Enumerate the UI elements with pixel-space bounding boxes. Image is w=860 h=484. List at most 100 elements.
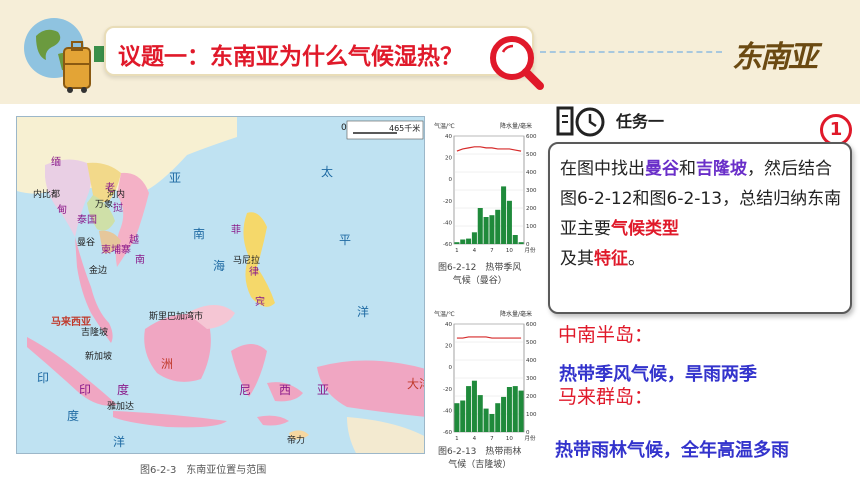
city-naypyidaw: 内比都 (33, 190, 61, 200)
label-indonesia-2: 度 (117, 383, 130, 397)
precipitation-bar (471, 232, 477, 244)
task-label: 任务一 (616, 112, 665, 131)
label-indonesia-1: 印 (79, 383, 92, 397)
precipitation-bar (477, 208, 483, 244)
task-text-b: 和 (679, 159, 696, 179)
x-tick-label: 1 (455, 436, 459, 442)
answer-malay-archipelago: 热带雨林气候，全年高温多雨 (555, 440, 789, 461)
task-box: 在图中找出曼谷和吉隆坡，然后结合图6-2-12和图6-2-13，总结归纳东南亚主… (548, 142, 852, 314)
task-icon (556, 106, 605, 137)
label-oceania: 大洋 (407, 377, 424, 391)
label-vietnam-2: 南 (135, 255, 145, 266)
southeast-asia-logo: 东南亚 (732, 30, 836, 75)
chart2-caption-line2: 气候（吉隆坡） (448, 460, 512, 470)
chart-caption-kualalumpur: 图6-2-13 热带雨林 气候（吉隆坡） (438, 446, 521, 472)
southeast-asia-map: 0 465千米 亚 太 平 洋 南 海 印 度 洋 大洋 缅 甸 老 挝 泰国 … (16, 116, 425, 454)
label-pacific-1: 太 (321, 165, 334, 179)
map-caption: 图6-2-3 东南亚位置与范围 (140, 465, 267, 476)
precipitation-bar (506, 387, 512, 432)
left-tick-label: 40 (445, 322, 452, 328)
left-tick-label: 0 (449, 365, 453, 371)
right-tick-label: 600 (526, 134, 537, 140)
precipitation-bar (460, 400, 466, 432)
x-tick-label: 7 (490, 436, 494, 442)
right-tick-label: 500 (526, 340, 537, 346)
city-phnompenh: 金边 (89, 266, 108, 276)
left-tick-label: -20 (443, 387, 452, 393)
precipitation-bar (489, 414, 495, 432)
label-philippines-3: 宾 (255, 297, 265, 308)
right-tick-label: 500 (526, 152, 537, 158)
precipitation-bar (489, 215, 495, 244)
precipitation-bar (518, 390, 524, 432)
right-tick-label: 100 (526, 412, 537, 418)
label-pacific-2: 平 (339, 233, 352, 247)
precipitation-bar (460, 239, 466, 244)
label-pacific-3: 洋 (357, 305, 370, 319)
left-tick-label: -20 (443, 199, 452, 205)
right-tick-label: 400 (526, 170, 537, 176)
precipitation-bar (512, 386, 518, 432)
left-tick-label: 20 (445, 156, 452, 162)
task-text-d: 及其 (560, 249, 594, 269)
city-hanoi: 河内 (107, 190, 126, 200)
label-zhou: 洲 (161, 357, 174, 371)
map-shapes (17, 117, 424, 453)
x-tick-label: 10 (506, 436, 513, 442)
right-tick-label: 300 (526, 376, 537, 382)
precipitation-bar (471, 380, 477, 432)
magnifier-icon (490, 36, 544, 90)
climate-chart-bangkok: 40200-20-40-606005004003002001000气温/℃ 降水量… (434, 122, 537, 254)
left-tick-label: -60 (443, 242, 452, 248)
left-tick-label: 40 (445, 134, 452, 140)
label-burma-2: 甸 (57, 205, 67, 216)
left-tick-label: -40 (443, 220, 452, 226)
x-tick-label: 7 (490, 248, 494, 254)
city-bandar: 斯里巴加湾市 (149, 312, 204, 322)
precipitation-bar (483, 408, 489, 432)
climate-chart-kualalumpur: 40200-20-40-606005004003002001000气温/℃ 降水量… (434, 310, 537, 442)
precipitation-bar (512, 235, 518, 244)
city-singapore: 新加坡 (85, 352, 113, 362)
task-highlight-bangkok: 曼谷 (645, 159, 679, 179)
chart1-caption-line1: 图6-2-12 热带季风 (438, 263, 522, 273)
city-kualalumpur: 吉隆坡 (81, 328, 109, 338)
chart-caption-bangkok: 图6-2-12 热带季风 气候（曼谷） (438, 262, 521, 288)
label-indian-2: 度 (67, 409, 80, 423)
task-highlight-kualalumpur: 吉隆坡 (696, 159, 747, 179)
city-jakarta: 雅加达 (107, 402, 135, 412)
city-bangkok: 曼谷 (77, 238, 96, 248)
precipitation-bar (466, 386, 472, 432)
scale-label: 465千米 (389, 124, 421, 133)
city-manila: 马尼拉 (233, 256, 261, 266)
left-axis-title: 气温/℃ (434, 310, 455, 318)
right-tick-label: 600 (526, 322, 537, 328)
label-south: 南 (193, 227, 206, 241)
label-asia: 亚 (169, 171, 182, 185)
region-indochina: 中南半岛： (558, 324, 654, 346)
city-dili: 帝力 (287, 436, 306, 446)
precipitation-bar (477, 395, 483, 432)
label-burma: 缅 (51, 157, 61, 168)
label-indonesia-5: 亚 (317, 383, 330, 397)
precipitation-bar (518, 242, 524, 244)
precipitation-bar (454, 242, 460, 244)
precipitation-bar (483, 217, 489, 244)
chart1-caption-line2: 气候（曼谷） (452, 276, 507, 286)
scale-zero: 0 (341, 123, 347, 133)
left-tick-label: 0 (449, 177, 453, 183)
right-tick-label: 400 (526, 358, 537, 364)
left-axis-title: 气温/℃ (434, 122, 455, 130)
task-text-a: 在图中找出 (560, 159, 645, 179)
region-malay-archipelago: 马来群岛： (558, 386, 654, 408)
precipitation-bar (466, 238, 472, 244)
x-tick-label: 10 (506, 248, 513, 254)
header-divider (540, 51, 722, 53)
label-thailand: 泰国 (77, 215, 97, 226)
right-axis-title: 降水量/毫米 (500, 122, 532, 130)
precipitation-bar (501, 186, 507, 244)
logo-text: 东南亚 (732, 40, 818, 75)
label-laos-2: 挝 (113, 203, 123, 214)
precipitation-bar (501, 396, 507, 432)
title-box: 议题一：东南亚为什么气候湿热？ (104, 26, 534, 76)
